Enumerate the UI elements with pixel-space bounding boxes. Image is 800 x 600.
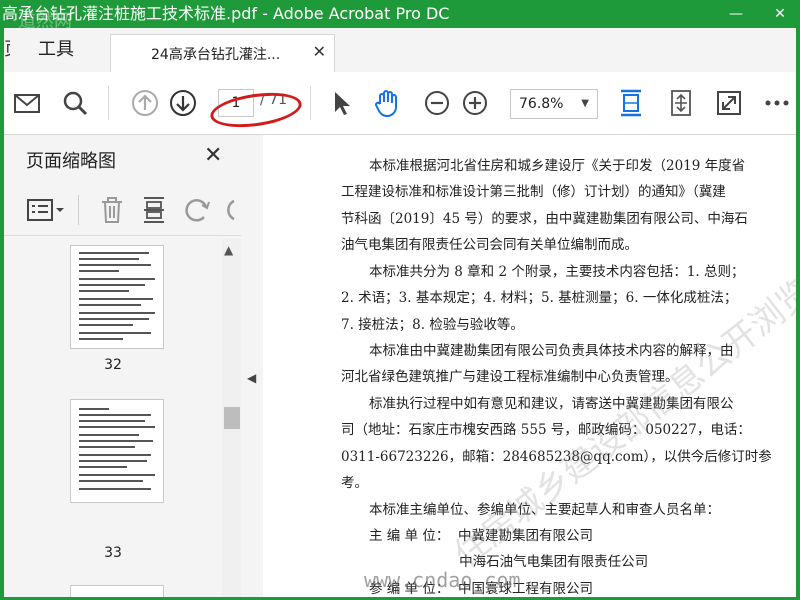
hand-tool-icon[interactable] — [372, 88, 402, 118]
doc-line: 司（地址：石家庄市槐安西路 555 号，邮政编码：050227，电话： — [341, 422, 751, 439]
zoom-in-icon[interactable] — [460, 88, 490, 118]
page-thumbnail[interactable] — [70, 585, 164, 597]
chevron-down-icon: ▼ — [581, 98, 589, 109]
minimize-button[interactable]: — — [716, 0, 756, 28]
zoom-out-icon[interactable] — [422, 88, 452, 118]
panel-title: 页面缩略图 — [26, 151, 116, 172]
email-icon[interactable] — [12, 88, 42, 118]
doc-line: 本标准根据河北省住房和城乡建设厅《关于印发（2019 年度省 — [369, 158, 746, 174]
chevron-left-icon[interactable]: ◀ — [247, 371, 256, 385]
page-thumbnail[interactable] — [70, 399, 164, 503]
tab-bar: 页 工具 24高承台钻孔灌注... ✕ — [4, 28, 796, 73]
doc-line: 2. 术语；3. 基本规定；4. 材料；5. 基桩测量；6. 一体化成桩法； — [341, 290, 738, 307]
tab-tools[interactable]: 工具 — [32, 28, 80, 72]
document-view: 本标准根据河北省住房和城乡建设厅《关于印发（2019 年度省 工程建设标准和标准… — [263, 135, 796, 597]
scroll-mode-icon[interactable] — [666, 88, 696, 118]
zoom-level-value: 76.8% — [519, 96, 564, 112]
panel-collapse-bar[interactable]: ◀ — [241, 135, 263, 597]
thumbnail-label: 33 — [104, 545, 122, 561]
tab-home[interactable]: 页 — [4, 28, 10, 72]
previous-page-icon[interactable] — [130, 88, 160, 118]
panel-toolbar — [4, 185, 241, 236]
thumbnail-scrollbar[interactable]: ▲ — [222, 239, 241, 597]
scroll-up-icon[interactable]: ▲ — [224, 243, 233, 257]
toolbar-divider — [108, 86, 109, 120]
panel-close-button[interactable]: ✕ — [204, 143, 222, 168]
trash-icon[interactable] — [98, 195, 126, 225]
tab-document[interactable]: 24高承台钻孔灌注... ✕ — [110, 34, 335, 72]
doc-paragraph: 本标准根据河北省住房和城乡建设厅《关于印发（2019 年度省 工程建设标准和标准… — [341, 153, 787, 259]
search-icon[interactable] — [60, 88, 90, 118]
doc-line: 工程建设标准和标准设计第三批制（修）订计划）的通知》（冀建 — [341, 184, 726, 201]
toolbar: 1 / 71 76.8% ▼ — [4, 72, 796, 135]
site-watermark: www.cndao.com — [364, 568, 521, 592]
page-thumbnail[interactable] — [70, 245, 164, 349]
more-options-icon[interactable] — [762, 88, 792, 118]
doc-line: 主 编 单 位： 中冀建勘集团有限公司 — [369, 528, 593, 544]
panel-divider — [78, 195, 79, 225]
title-bar: 高承台钻孔灌注桩施工技术标准.pdf - Adobe Acrobat Pro D… — [0, 0, 800, 32]
doc-line: 节科函〔2019〕45 号）的要求，由中冀建勘集团有限公司、中海石 — [341, 210, 748, 227]
thumbnail-label: 32 — [104, 357, 122, 373]
doc-line: 油气电集团有限责任公司会同有关单位编制而成。 — [341, 237, 638, 254]
select-cursor-icon[interactable] — [326, 88, 356, 118]
close-window-button[interactable]: ✕ — [760, 0, 800, 28]
zoom-level-select[interactable]: 76.8% ▼ — [510, 89, 598, 119]
toolbar-divider — [310, 86, 311, 120]
full-screen-icon[interactable] — [714, 88, 744, 118]
doc-line: 本标准共分为 8 章和 2 个附录，主要技术内容包括：1. 总则； — [369, 264, 745, 280]
scrollbar-thumb[interactable] — [224, 407, 240, 429]
rotate-clockwise-icon[interactable] — [222, 195, 238, 225]
thumbnail-options-icon[interactable] — [26, 197, 66, 223]
next-page-icon[interactable] — [168, 88, 198, 118]
tab-close-button[interactable]: ✕ — [313, 42, 326, 61]
thumbnail-list: 32 33 — [4, 239, 222, 597]
rotate-icon[interactable] — [182, 195, 212, 225]
insert-page-icon[interactable] — [140, 195, 168, 225]
fit-page-icon[interactable] — [616, 88, 646, 118]
tab-document-label: 24高承台钻孔灌注... — [151, 47, 281, 63]
doc-line: 标准执行过程中如有意见和建议，请寄送中冀建勘集团有限公 — [369, 396, 734, 412]
thumbnail-panel: 页面缩略图 ✕ 32 33 ▲ — [4, 135, 242, 597]
